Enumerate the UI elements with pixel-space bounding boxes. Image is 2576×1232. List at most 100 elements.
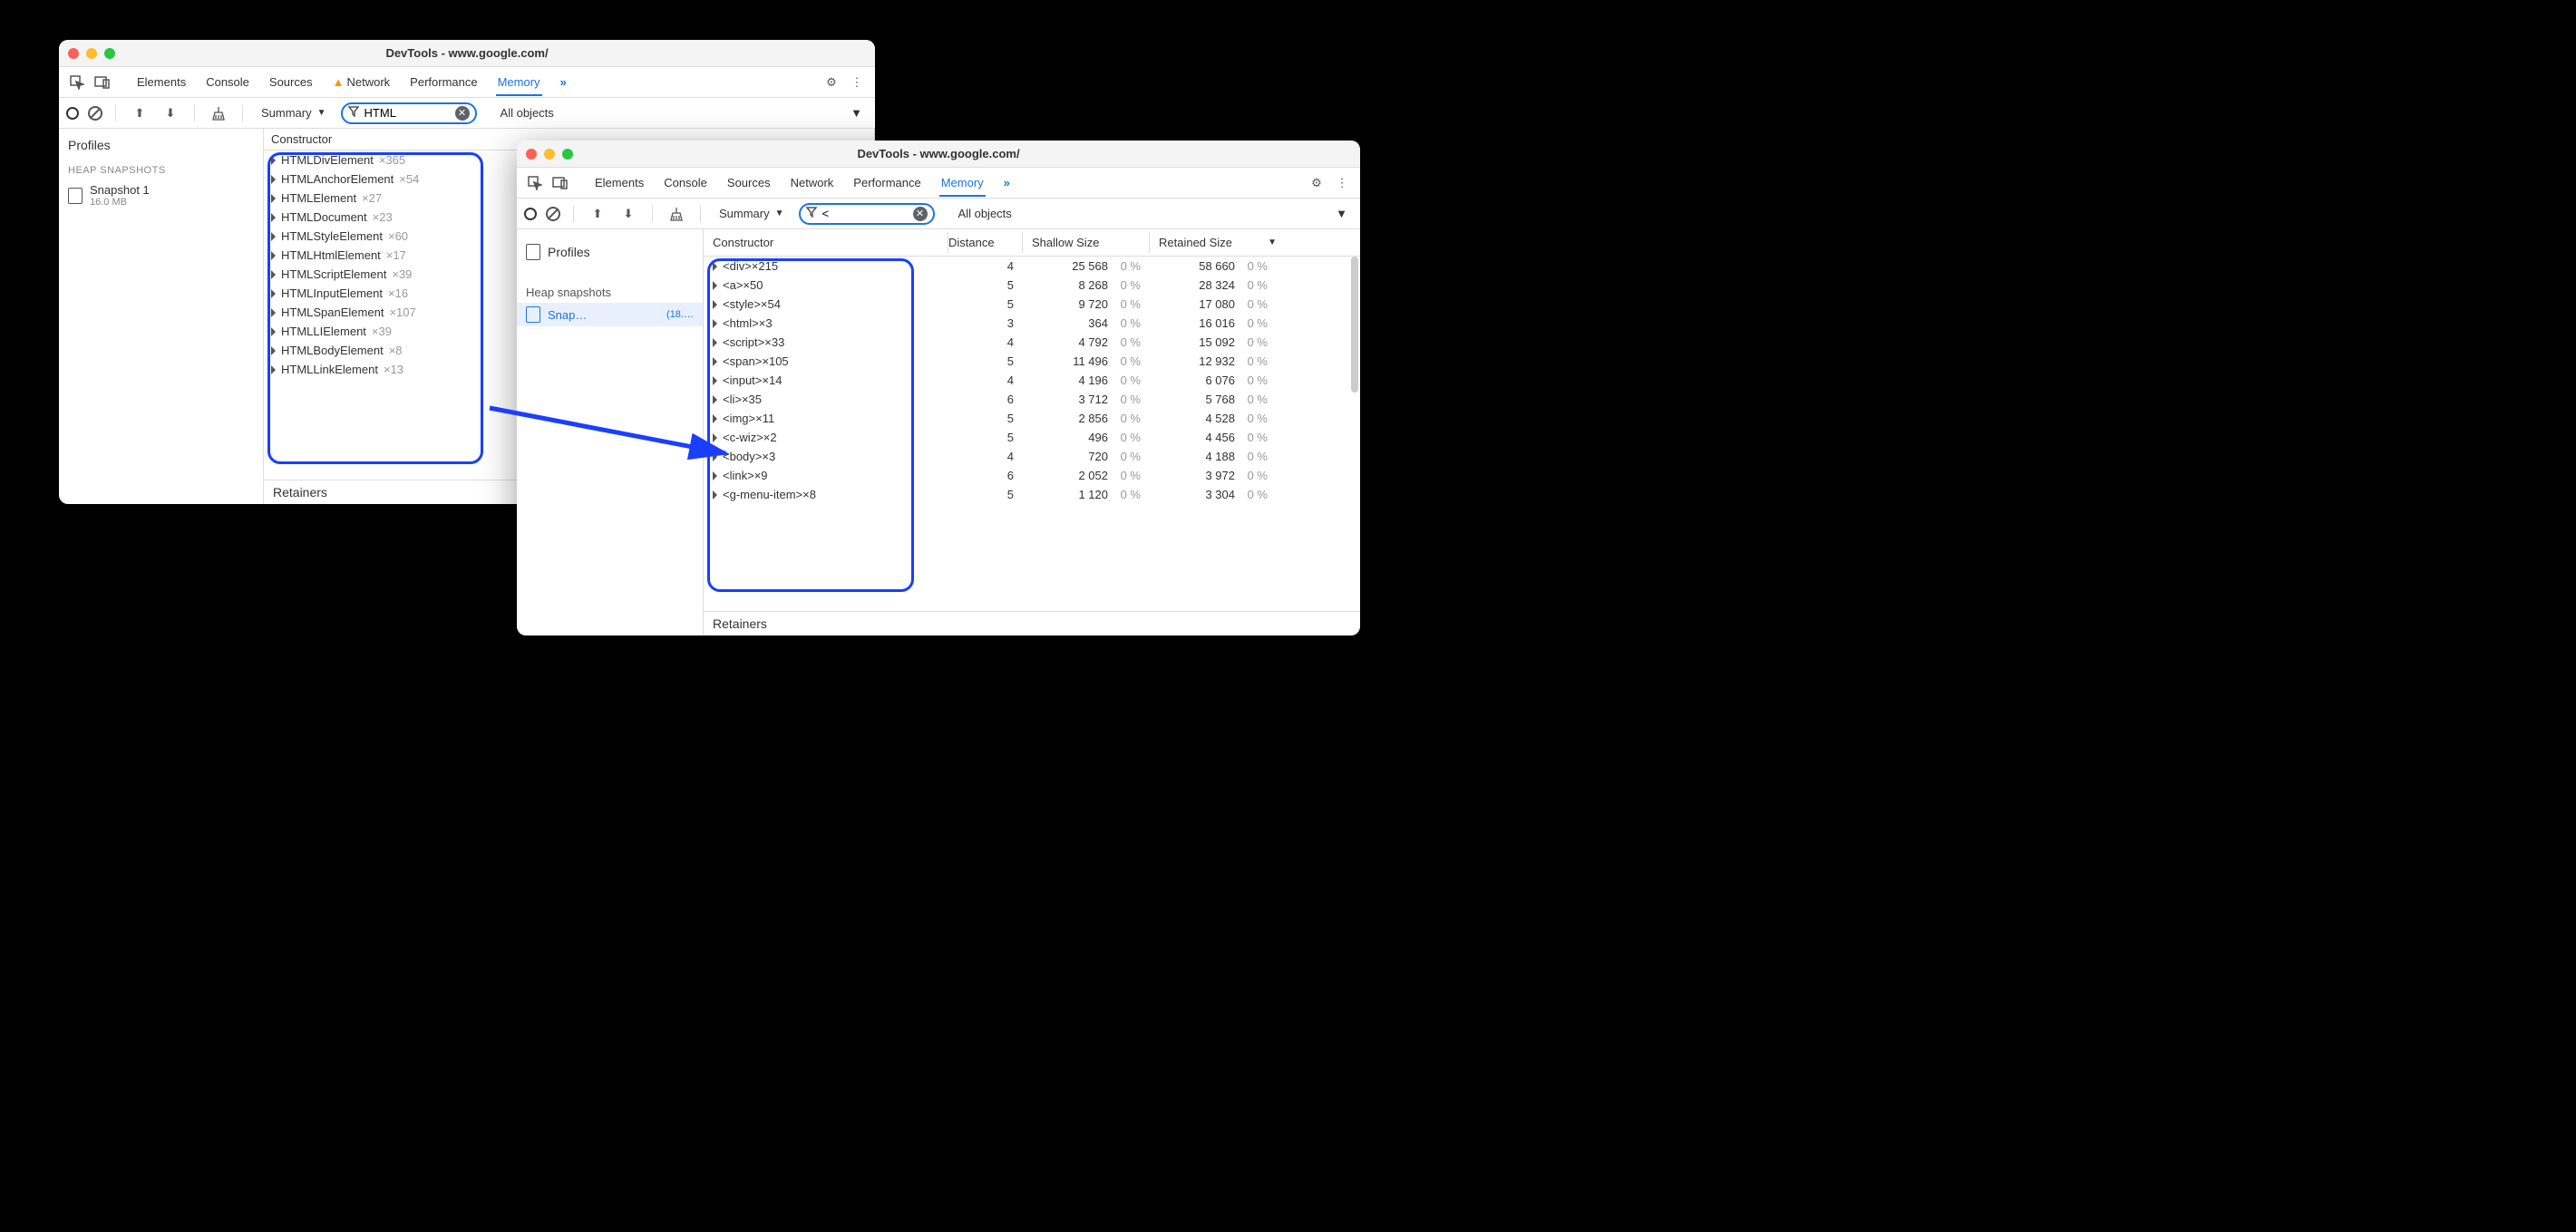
tab-network[interactable]: ▲Network xyxy=(331,70,393,94)
tab-sources[interactable]: Sources xyxy=(725,170,773,195)
scrollbar[interactable] xyxy=(1351,257,1358,393)
expand-icon[interactable] xyxy=(271,213,276,222)
expand-icon[interactable] xyxy=(713,376,717,385)
maximize-window-icon[interactable] xyxy=(104,48,115,59)
minimize-window-icon[interactable] xyxy=(544,149,555,160)
record-icon[interactable] xyxy=(66,107,79,120)
device-toolbar-icon[interactable] xyxy=(92,72,113,93)
object-filter-select[interactable]: All objects xyxy=(495,104,559,121)
view-select[interactable]: Summary ▼ xyxy=(714,205,790,222)
constructor-row[interactable]: <c-wiz>×254960 %4 4560 % xyxy=(704,428,1360,447)
snapshot-item[interactable]: Snapshot 1 16.0 MB xyxy=(59,179,263,211)
class-filter-input[interactable] xyxy=(822,207,908,220)
object-filter-select[interactable]: All objects xyxy=(953,205,1017,222)
download-icon[interactable]: ⬇ xyxy=(617,203,639,225)
clear-icon[interactable] xyxy=(88,106,102,121)
tab-network[interactable]: Network xyxy=(789,170,836,195)
constructor-row[interactable]: <span>×105511 4960 %12 9320 % xyxy=(704,352,1360,371)
snapshot-item[interactable]: Snap… (18.… xyxy=(517,303,703,326)
broom-icon[interactable] xyxy=(666,203,687,225)
broom-icon[interactable] xyxy=(208,102,229,124)
constructor-row[interactable]: <g-menu-item>×851 1200 %3 3040 % xyxy=(704,485,1360,504)
constructor-row[interactable]: <div>×215425 5680 %58 6600 % xyxy=(704,257,1360,276)
tab-elements[interactable]: Elements xyxy=(135,70,188,94)
class-filter-input[interactable] xyxy=(365,106,450,120)
retained-size-column-header[interactable]: Retained Size ▼ xyxy=(1150,232,1286,253)
maximize-window-icon[interactable] xyxy=(562,149,573,160)
constructor-row[interactable]: <a>×5058 2680 %28 3240 % xyxy=(704,276,1360,295)
expand-icon[interactable] xyxy=(271,175,276,184)
expand-icon[interactable] xyxy=(713,281,717,290)
class-filter[interactable]: ✕ xyxy=(799,203,935,225)
expand-icon[interactable] xyxy=(271,194,276,203)
constructor-row[interactable]: <body>×347200 %4 1880 % xyxy=(704,447,1360,466)
expand-icon[interactable] xyxy=(271,327,276,336)
constructor-row[interactable]: <li>×3563 7120 %5 7680 % xyxy=(704,390,1360,409)
expand-icon[interactable] xyxy=(271,289,276,298)
more-tabs-icon[interactable]: » xyxy=(1002,170,1012,195)
record-icon[interactable] xyxy=(524,208,537,220)
gear-icon[interactable]: ⚙ xyxy=(1306,172,1327,194)
tab-elements[interactable]: Elements xyxy=(593,170,646,195)
tab-console[interactable]: Console xyxy=(204,70,251,94)
constructor-column-header[interactable]: Constructor xyxy=(704,232,948,253)
constructor-row[interactable]: <style>×5459 7200 %17 0800 % xyxy=(704,295,1360,314)
tab-performance[interactable]: Performance xyxy=(851,170,922,195)
retainers-panel[interactable]: Retainers xyxy=(704,611,1360,635)
tab-memory[interactable]: Memory xyxy=(496,70,542,96)
expand-icon[interactable] xyxy=(271,308,276,317)
device-toolbar-icon[interactable] xyxy=(549,172,571,194)
expand-icon[interactable] xyxy=(713,395,717,404)
tab-performance[interactable]: Performance xyxy=(408,70,479,94)
chevron-down-icon[interactable]: ▼ xyxy=(1336,207,1347,220)
expand-icon[interactable] xyxy=(713,452,717,461)
tab-memory[interactable]: Memory xyxy=(939,170,986,197)
tab-sources[interactable]: Sources xyxy=(267,70,315,94)
inspect-icon[interactable] xyxy=(524,172,546,194)
clear-icon[interactable] xyxy=(546,207,560,221)
clear-filter-icon[interactable]: ✕ xyxy=(455,106,470,121)
shallow-size-column-header[interactable]: Shallow Size xyxy=(1023,232,1150,253)
expand-icon[interactable] xyxy=(713,300,717,309)
retained-size-pct: 0 % xyxy=(1240,278,1277,292)
constructor-row[interactable]: <input>×1444 1960 %6 0760 % xyxy=(704,371,1360,390)
expand-icon[interactable] xyxy=(713,262,717,271)
expand-icon[interactable] xyxy=(271,346,276,355)
retained-size-value: 12 932 xyxy=(1150,354,1240,368)
tab-console[interactable]: Console xyxy=(662,170,709,195)
class-filter[interactable]: ✕ xyxy=(341,102,477,124)
expand-icon[interactable] xyxy=(271,156,276,165)
expand-icon[interactable] xyxy=(713,433,717,442)
constructor-row[interactable]: <img>×1152 8560 %4 5280 % xyxy=(704,409,1360,428)
clear-filter-icon[interactable]: ✕ xyxy=(913,207,928,221)
expand-icon[interactable] xyxy=(713,414,717,423)
inspect-icon[interactable] xyxy=(66,72,88,93)
expand-icon[interactable] xyxy=(271,251,276,260)
expand-icon[interactable] xyxy=(271,365,276,374)
close-window-icon[interactable] xyxy=(526,149,537,160)
expand-icon[interactable] xyxy=(271,270,276,279)
minimize-window-icon[interactable] xyxy=(86,48,97,59)
constructor-count: ×60 xyxy=(388,229,408,243)
constructor-row[interactable]: <link>×962 0520 %3 9720 % xyxy=(704,466,1360,485)
chevron-down-icon[interactable]: ▼ xyxy=(851,106,862,120)
expand-icon[interactable] xyxy=(271,232,276,241)
more-tabs-icon[interactable]: » xyxy=(559,70,569,94)
expand-icon[interactable] xyxy=(713,471,717,480)
upload-icon[interactable]: ⬆ xyxy=(129,102,151,124)
kebab-menu-icon[interactable]: ⋮ xyxy=(846,72,868,93)
close-window-icon[interactable] xyxy=(68,48,79,59)
upload-icon[interactable]: ⬆ xyxy=(587,203,608,225)
expand-icon[interactable] xyxy=(713,357,717,366)
expand-icon[interactable] xyxy=(713,319,717,328)
kebab-menu-icon[interactable]: ⋮ xyxy=(1331,172,1353,194)
constructor-row[interactable]: <html>×333640 %16 0160 % xyxy=(704,314,1360,333)
constructor-row[interactable]: <script>×3344 7920 %15 0920 % xyxy=(704,333,1360,352)
view-select[interactable]: Summary ▼ xyxy=(256,104,332,121)
download-icon[interactable]: ⬇ xyxy=(160,102,181,124)
constructor-name: HTMLStyleElement xyxy=(281,229,383,243)
expand-icon[interactable] xyxy=(713,490,717,500)
distance-column-header[interactable]: Distance xyxy=(948,232,1023,253)
expand-icon[interactable] xyxy=(713,338,717,347)
gear-icon[interactable]: ⚙ xyxy=(821,72,842,93)
